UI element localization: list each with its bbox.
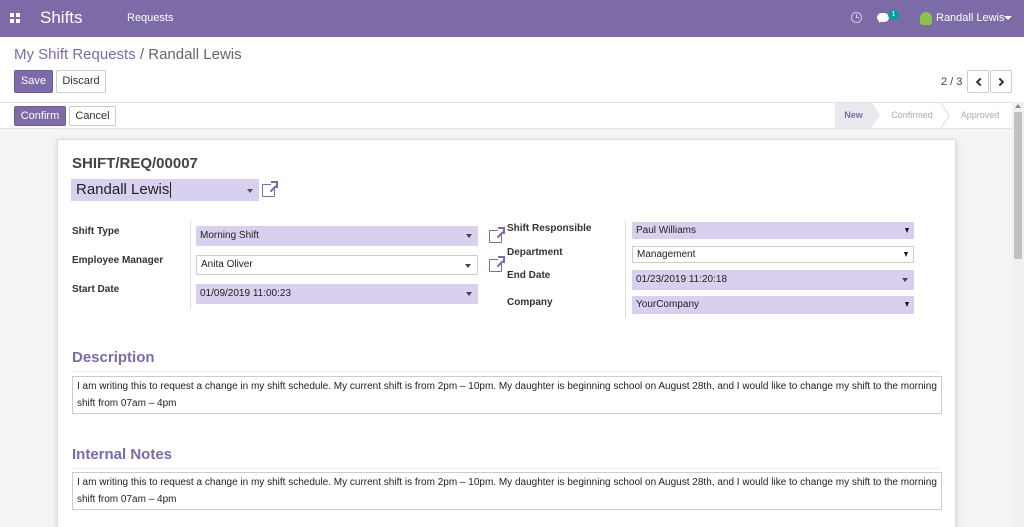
shift-responsible-value: Paul Williams	[636, 225, 697, 236]
company-select[interactable]: YourCompany	[632, 296, 914, 314]
label-end-date: End Date	[507, 270, 551, 281]
section-divider	[72, 468, 941, 469]
employee-manager-select[interactable]: Anita Oliver	[196, 255, 478, 275]
user-avatar[interactable]	[920, 12, 932, 25]
user-menu-name[interactable]: Randall Lewis	[936, 12, 1004, 24]
shift-type-value: Morning Shift	[200, 230, 259, 241]
label-employee-manager: Employee Manager	[72, 255, 164, 266]
department-select[interactable]: Management	[632, 246, 914, 263]
external-link-icon[interactable]	[489, 256, 505, 272]
confirm-button[interactable]: Confirm	[14, 106, 66, 126]
chat-count-badge: 1	[888, 10, 899, 20]
external-link-icon[interactable]	[489, 227, 505, 243]
description-textarea[interactable]: I am writing this to request a change in…	[72, 376, 942, 414]
chevron-down-icon	[904, 252, 908, 257]
stage-new[interactable]: New	[835, 103, 872, 128]
internal-notes-textarea[interactable]: I am writing this to request a change in…	[72, 472, 942, 510]
department-value: Management	[637, 249, 696, 260]
external-link-icon[interactable]	[262, 181, 278, 197]
status-bar: Confirm Cancel New Confirmed Approved	[0, 102, 1012, 129]
internal-notes-heading: Internal Notes	[72, 446, 173, 463]
chevron-down-icon	[466, 292, 472, 296]
label-divider	[625, 221, 626, 318]
stage-confirmed[interactable]: Confirmed	[882, 103, 942, 128]
breadcrumb-parent-link[interactable]: My Shift Requests	[14, 46, 136, 63]
stage-approved[interactable]: Approved	[950, 103, 1010, 128]
chevron-down-icon	[902, 278, 908, 282]
breadcrumb: My Shift Requests / Randall Lewis	[14, 46, 242, 63]
label-shift-responsible: Shift Responsible	[507, 223, 592, 234]
description-heading: Description	[72, 349, 155, 366]
stage-separator	[940, 103, 950, 128]
label-divider	[190, 221, 191, 309]
menu-requests[interactable]: Requests	[127, 12, 173, 24]
chevron-down-icon	[905, 302, 909, 307]
label-start-date: Start Date	[72, 284, 120, 295]
top-navbar: Shifts Requests 1 Randall Lewis	[0, 0, 1024, 37]
save-button[interactable]: Save	[14, 70, 53, 93]
label-department: Department	[507, 247, 563, 258]
vertical-scrollbar[interactable]	[1012, 102, 1024, 527]
employee-field[interactable]: Randall Lewis	[71, 179, 259, 201]
end-date-field[interactable]: 01/23/2019 11:20:18	[632, 270, 914, 290]
company-value: YourCompany	[636, 299, 700, 310]
breadcrumb-separator: /	[139, 46, 145, 63]
stage-arrow	[872, 103, 880, 127]
apps-menu-icon[interactable]	[10, 13, 20, 23]
chevron-left-icon	[975, 77, 985, 87]
pager-value: 2 / 3	[941, 76, 963, 88]
start-date-field[interactable]: 01/09/2019 11:00:23	[196, 284, 478, 304]
chevron-down-icon[interactable]	[247, 189, 253, 193]
label-shift-type: Shift Type	[72, 226, 120, 237]
user-menu-caret-icon[interactable]	[1004, 16, 1012, 20]
pager-previous-button[interactable]	[967, 70, 989, 93]
start-date-value: 01/09/2019 11:00:23	[200, 288, 292, 299]
employee-manager-value: Anita Oliver	[201, 259, 253, 270]
scrollbar-thumb[interactable]	[1014, 112, 1022, 259]
request-reference: SHIFT/REQ/00007	[72, 155, 198, 172]
scroll-up-arrow-icon[interactable]	[1015, 104, 1021, 108]
label-company: Company	[507, 297, 553, 308]
shift-type-select[interactable]: Morning Shift	[196, 226, 478, 246]
discard-button[interactable]: Discard	[56, 70, 106, 93]
chevron-down-icon	[466, 234, 472, 238]
chevron-right-icon	[995, 77, 1005, 87]
shift-responsible-select[interactable]: Paul Williams	[632, 222, 914, 239]
pager-next-button[interactable]	[990, 70, 1012, 93]
app-brand[interactable]: Shifts	[40, 8, 83, 28]
activity-clock-icon[interactable]	[851, 12, 862, 23]
breadcrumb-current: Randall Lewis	[148, 46, 242, 63]
employee-value: Randall Lewis	[76, 181, 170, 198]
end-date-value: 01/23/2019 11:20:18	[636, 274, 728, 285]
section-divider	[72, 371, 941, 372]
chevron-down-icon	[905, 228, 909, 233]
text-cursor	[170, 182, 172, 199]
cancel-button[interactable]: Cancel	[69, 106, 116, 126]
chevron-down-icon	[465, 264, 471, 268]
